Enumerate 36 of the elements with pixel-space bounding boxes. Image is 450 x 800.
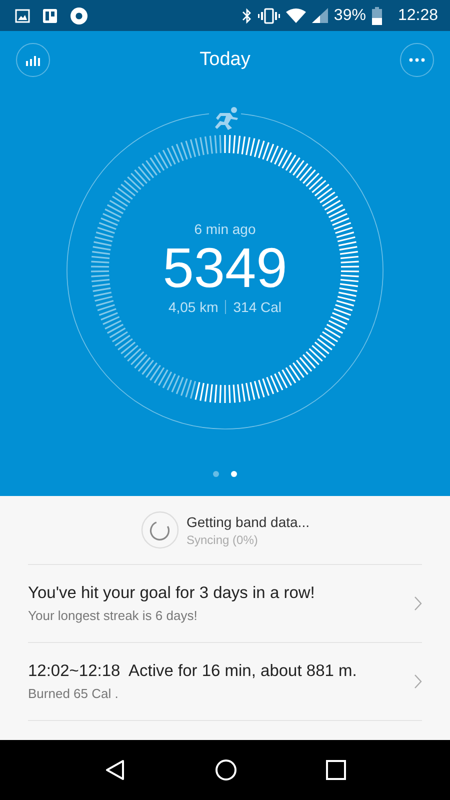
gallery-icon [15,8,30,22]
back-button[interactable] [104,759,126,781]
page-dot[interactable] [231,471,237,477]
distance: 4,05 km [168,299,218,315]
runner-icon [215,107,238,130]
calories: 314 Cal [233,299,282,315]
more-icon [408,58,425,62]
battery-icon [372,6,382,24]
bar-chart-icon [26,54,40,66]
chevron-icon [414,674,422,689]
home-button[interactable] [214,759,237,781]
board-icon [43,8,57,22]
spinner-icon [140,511,178,549]
feed-item[interactable]: You've hit your goal for 3 days in a row! Your longest streak is 6 days! [28,565,422,643]
feed-title: 12:02~12:18 Active for 16 min, about 881 m. [28,662,357,681]
updated-time: 6 min ago [194,221,256,237]
feed-title: You've hit your goal for 3 days in a row! [28,584,315,603]
signal-icon [312,8,328,23]
feed-subtitle: Your longest streak is 6 days! [28,608,198,623]
clock: 12:28 [398,6,438,24]
feed-subtitle: Burned 65 Cal . [28,686,120,701]
page-title: Today [200,49,250,71]
battery-percent: 39% [334,6,366,24]
sync-title: Getting band data... [186,514,310,530]
vibrate-icon [258,8,280,24]
browser-icon [70,6,88,24]
more-button[interactable] [400,43,434,77]
stats-button[interactable] [16,43,50,77]
recents-button[interactable] [326,760,346,780]
chevron-icon [414,596,422,611]
feed-item[interactable]: 12:02~12:18 Active for 16 min, about 881 m. Burned 65 Cal . [28,643,422,721]
sync-status: Syncing (0%) [186,532,259,546]
page-dot[interactable] [213,471,219,477]
bluetooth-icon [242,8,252,24]
wifi-icon [286,8,306,23]
step-count: 5349 [162,237,288,299]
